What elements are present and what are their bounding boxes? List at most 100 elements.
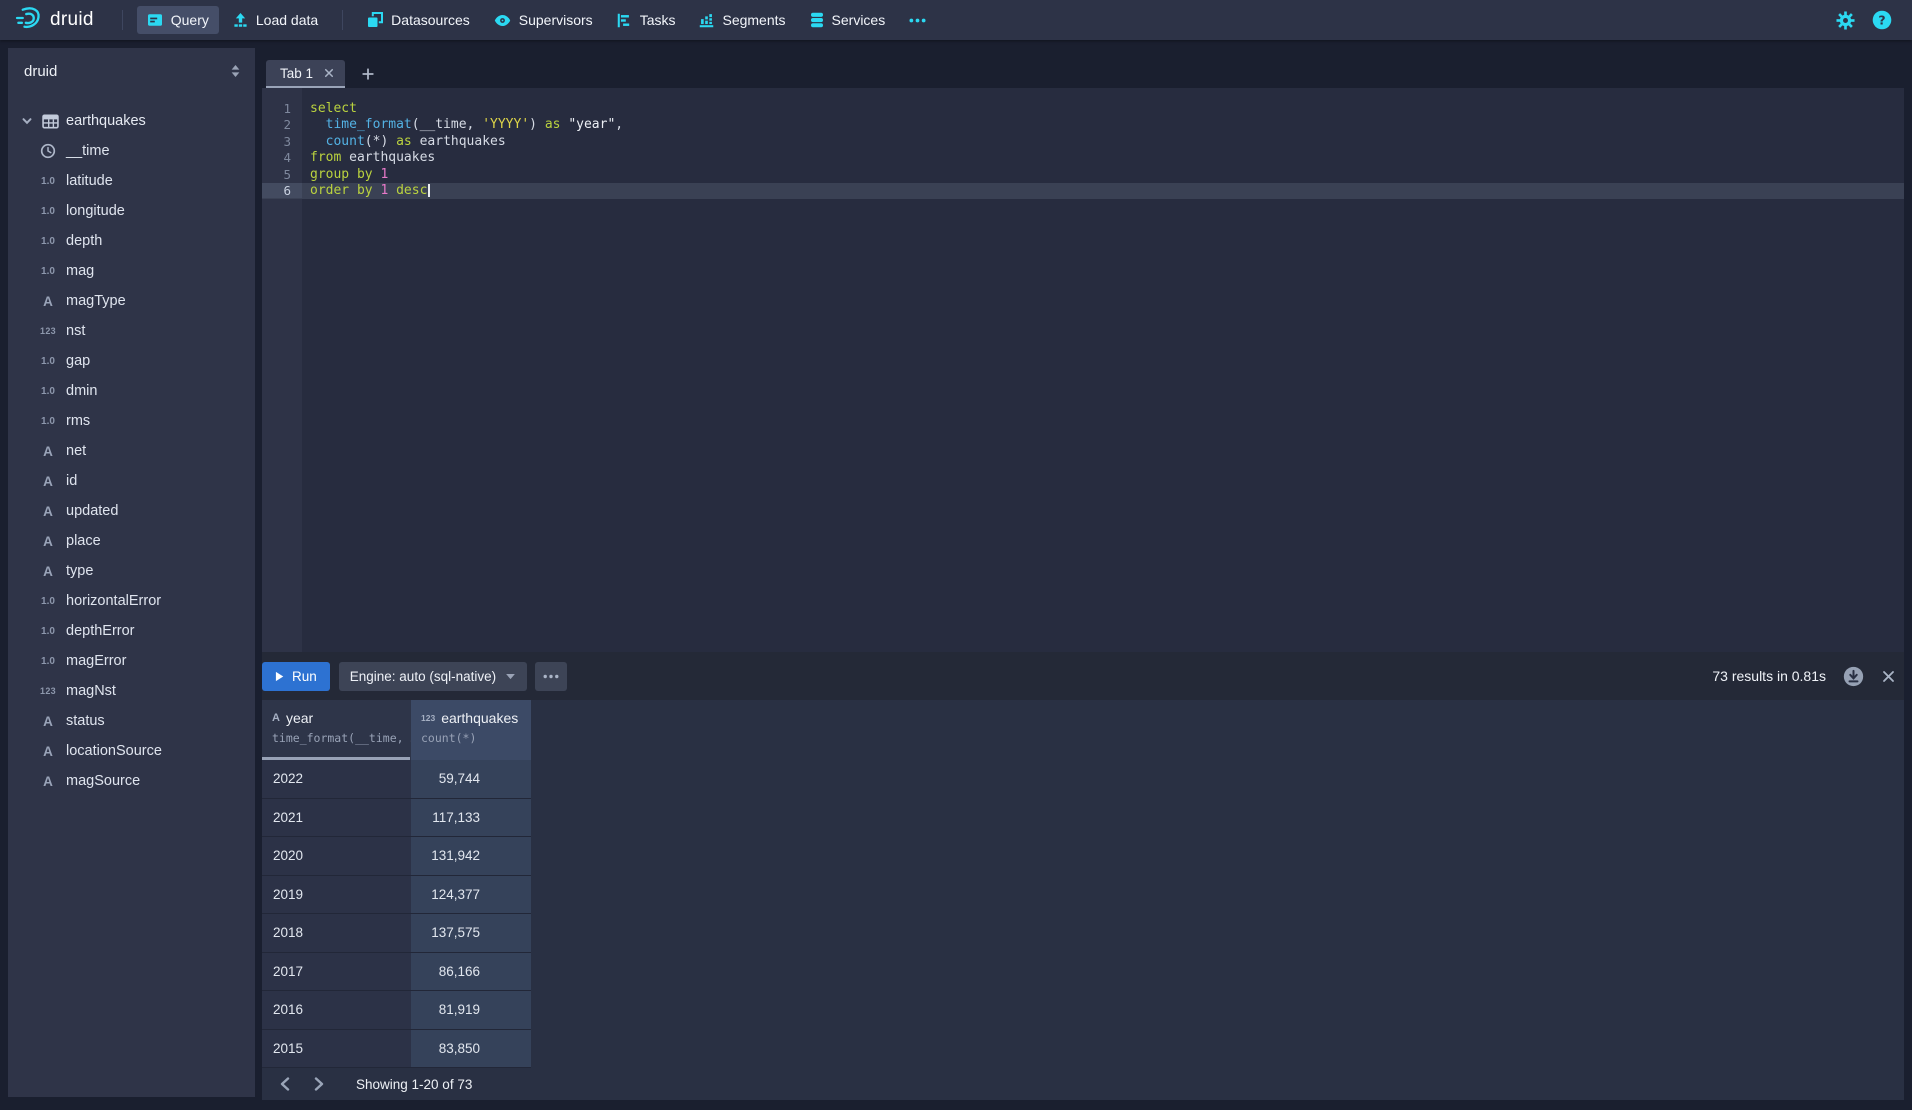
nav-item-supervisors[interactable]: Supervisors [484, 6, 603, 34]
column-item-depthError[interactable]: 1.0depthError [8, 616, 255, 646]
nav-item-load-data[interactable]: Load data [223, 6, 328, 34]
code-line-3[interactable]: 3 count(*) as earthquakes [262, 133, 1904, 150]
column-item-label: magError [66, 653, 126, 669]
column-item-net[interactable]: Anet [8, 436, 255, 466]
code-text: from earthquakes [302, 150, 435, 165]
column-item-dmin[interactable]: 1.0dmin [8, 376, 255, 406]
nav-right: ? [1836, 10, 1898, 30]
sort-icon[interactable] [230, 64, 241, 83]
page-next-button[interactable] [306, 1071, 332, 1097]
brand-name: druid [50, 9, 94, 31]
code-line-1[interactable]: 1select [262, 100, 1904, 117]
nav-item-datasources[interactable]: Datasources [357, 6, 480, 34]
nav-item-label: Services [832, 12, 886, 28]
cell-earthquakes[interactable]: 59,744 [411, 760, 531, 799]
new-tab-button[interactable] [353, 60, 383, 88]
column-item-updated[interactable]: Aupdated [8, 496, 255, 526]
pagination-text: Showing 1-20 of 73 [356, 1077, 472, 1092]
code-line-4[interactable]: 4from earthquakes [262, 150, 1904, 167]
column-item-gap[interactable]: 1.0gap [8, 346, 255, 376]
table-row: 201786,166 [262, 953, 1904, 992]
column-item-depth[interactable]: 1.0depth [8, 226, 255, 256]
page-prev-button[interactable] [272, 1071, 298, 1097]
engine-select-button[interactable]: Engine: auto (sql-native) [339, 662, 527, 691]
cell-year[interactable]: 2019 [262, 876, 411, 915]
query-workbench: Tab 1 1select2 time_format(__time, 'YYYY… [262, 48, 1904, 1100]
line-number: 1 [262, 101, 302, 116]
nav-item-label: Load data [256, 12, 318, 28]
cell-earthquakes[interactable]: 137,575 [411, 914, 531, 953]
column-item-label: place [66, 533, 101, 549]
column-item-label: depthError [66, 623, 135, 639]
cell-earthquakes[interactable]: 81,919 [411, 991, 531, 1030]
settings-gear-icon[interactable] [1836, 11, 1855, 30]
cell-year[interactable]: 2018 [262, 914, 411, 953]
code-line-5[interactable]: 5group by 1 [262, 166, 1904, 183]
tab-tab1[interactable]: Tab 1 [266, 60, 345, 88]
column-item-longitude[interactable]: 1.0longitude [8, 196, 255, 226]
chevron-left-icon [280, 1077, 290, 1091]
column-item-magType[interactable]: AmagType [8, 286, 255, 316]
column-item-status[interactable]: Astatus [8, 706, 255, 736]
column-header-year[interactable]: A year time_format(__time, … [262, 700, 411, 760]
nav-item-segments[interactable]: Segments [689, 6, 795, 34]
column-item-horizontalError[interactable]: 1.0horizontalError [8, 586, 255, 616]
column-item-locationSource[interactable]: AlocationSource [8, 736, 255, 766]
column-item-id[interactable]: Aid [8, 466, 255, 496]
table-row: 2020131,942 [262, 837, 1904, 876]
query-more-button[interactable] [535, 662, 567, 691]
cell-year[interactable]: 2021 [262, 799, 411, 838]
help-icon[interactable]: ? [1872, 10, 1892, 30]
float-type-icon: 1.0 [35, 386, 61, 397]
cell-earthquakes[interactable]: 131,942 [411, 837, 531, 876]
column-item-magNst[interactable]: 123magNst [8, 676, 255, 706]
cell-year[interactable]: 2016 [262, 991, 411, 1030]
druid-logo[interactable]: druid [14, 4, 94, 37]
sql-editor[interactable]: 1select2 time_format(__time, 'YYYY') as … [262, 88, 1904, 652]
float-type-icon: 1.0 [35, 356, 61, 367]
column-header-earthquakes[interactable]: 123 earthquakes count(*) [411, 700, 531, 760]
close-results-icon[interactable] [1881, 669, 1896, 684]
cell-earthquakes[interactable]: 124,377 [411, 876, 531, 915]
cell-year[interactable]: 2020 [262, 837, 411, 876]
run-button[interactable]: Run [262, 662, 330, 691]
run-bar: Run Engine: auto (sql-native) 73 results… [262, 652, 1904, 700]
column-item-rms[interactable]: 1.0rms [8, 406, 255, 436]
nav-item-more[interactable] [899, 12, 936, 29]
run-button-label: Run [292, 669, 317, 684]
column-item-label: rms [66, 413, 90, 429]
schema-header: druid [8, 48, 255, 98]
code-line-2[interactable]: 2 time_format(__time, 'YYYY') as "year", [262, 117, 1904, 134]
cell-earthquakes[interactable]: 86,166 [411, 953, 531, 992]
nav-divider [342, 10, 343, 30]
cell-year[interactable]: 2022 [262, 760, 411, 799]
column-item-type[interactable]: Atype [8, 556, 255, 586]
column-item-nst[interactable]: 123nst [8, 316, 255, 346]
cell-earthquakes[interactable]: 117,133 [411, 799, 531, 838]
nav-item-services[interactable]: Services [800, 6, 896, 34]
schema-select[interactable]: druid [24, 63, 57, 80]
clock-icon [35, 143, 61, 159]
nav-item-query[interactable]: Query [137, 6, 219, 34]
nav-item-tasks[interactable]: Tasks [607, 6, 686, 34]
column-item-magError[interactable]: 1.0magError [8, 646, 255, 676]
float-type-icon: 1.0 [35, 206, 61, 217]
download-icon[interactable] [1843, 666, 1864, 687]
nav-divider [122, 10, 123, 30]
results-panel: A year time_format(__time, … 123 earthqu… [262, 700, 1904, 1100]
column-item-mag[interactable]: 1.0mag [8, 256, 255, 286]
table-row: 201583,850 [262, 1030, 1904, 1069]
column-item-magSource[interactable]: AmagSource [8, 766, 255, 796]
column-item-latitude[interactable]: 1.0latitude [8, 166, 255, 196]
cell-earthquakes[interactable]: 83,850 [411, 1030, 531, 1069]
table-item-earthquakes[interactable]: earthquakes [8, 106, 255, 136]
column-item-__time[interactable]: __time [8, 136, 255, 166]
tab-close-icon[interactable] [323, 67, 335, 79]
column-item-place[interactable]: Aplace [8, 526, 255, 556]
line-number: 3 [262, 134, 302, 149]
cell-year[interactable]: 2017 [262, 953, 411, 992]
code-line-6[interactable]: 6order by 1 desc [262, 183, 1904, 200]
chevron-down-icon [18, 115, 36, 127]
cell-year[interactable]: 2015 [262, 1030, 411, 1069]
runbar-right: 73 results in 0.81s [1712, 666, 1896, 687]
